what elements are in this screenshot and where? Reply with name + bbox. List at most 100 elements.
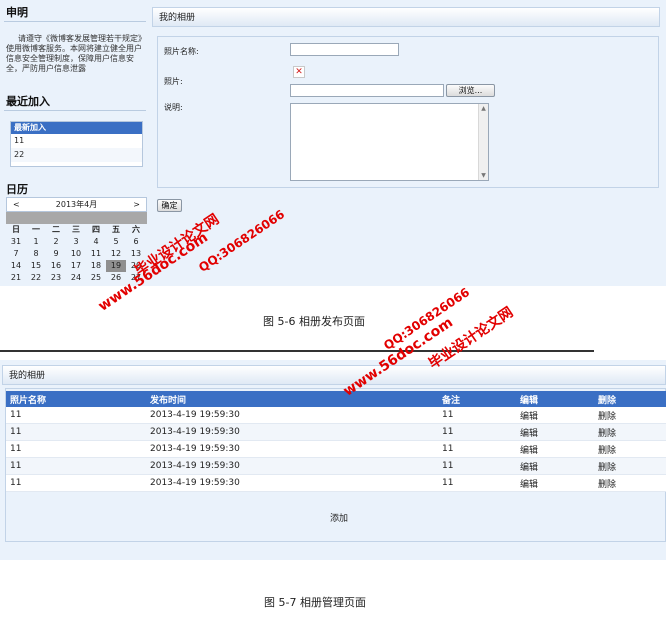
recent-title: 最近加入 — [6, 95, 50, 108]
notice-text: 请遵守《微博客发展管理若干规定》使用微博客服务。本网将建立健全用户信息安全管理制… — [6, 34, 142, 73]
photo-name-cell: 11 — [6, 423, 146, 441]
album-form-title: 我的相册 — [152, 7, 660, 27]
edit-link[interactable]: 编辑 — [516, 407, 594, 424]
calendar-day[interactable]: 24 — [66, 272, 86, 284]
photo-name-cell: 11 — [6, 474, 146, 492]
calendar-day[interactable]: 8 — [26, 248, 46, 260]
edit-link[interactable]: 编辑 — [516, 423, 594, 441]
calendar-day[interactable]: 17 — [66, 260, 86, 272]
calendar-day[interactable]: 23 — [46, 272, 66, 284]
calendar-prev-button[interactable]: < — [13, 198, 20, 211]
calendar-day[interactable]: 6 — [126, 236, 146, 248]
calendar-day[interactable]: 1 — [26, 236, 46, 248]
table-row: 11 2013-4-19 19:59:30 11 编辑 删除 — [6, 457, 666, 475]
submit-button[interactable]: 确定 — [157, 199, 182, 212]
edit-link[interactable]: 编辑 — [516, 457, 594, 475]
calendar-day[interactable]: 3 — [66, 236, 86, 248]
calendar-title: 日历 — [6, 183, 28, 196]
album-table: 照片名称 发布时间 备注 编辑 删除 11 2013-4-19 19:59:30 11 编辑删… — [6, 391, 666, 492]
divider — [4, 21, 146, 22]
column-header: 照片名称 — [6, 391, 146, 407]
table-row: 11 2013-4-19 19:59:30 11 编辑 删除 — [6, 474, 666, 492]
calendar-weekday: 日 — [12, 225, 20, 234]
calendar-weekday: 二 — [52, 225, 60, 234]
publish-time-cell: 2013-4-19 19:59:30 — [146, 407, 438, 424]
divider — [4, 110, 146, 111]
calendar-day[interactable]: 15 — [26, 260, 46, 272]
publish-time-cell: 2013-4-19 19:59:30 — [146, 440, 438, 458]
calendar-day[interactable]: 31 — [6, 236, 26, 248]
remark-cell: 11 — [438, 474, 516, 492]
column-header: 删除 — [594, 391, 666, 407]
calendar-day[interactable]: 7 — [6, 248, 26, 260]
calendar-weekday: 五 — [112, 225, 120, 234]
calendar-next-button[interactable]: > — [133, 198, 140, 211]
calendar: < 2013年4月 > 日一二三四五六 31 1 2 3 4 5 6 7 8 9 10 11 12 13 14… — [6, 197, 147, 284]
table-row: 11 2013-4-19 19:59:30 11 编辑 删除 — [6, 440, 666, 458]
remark-cell: 11 — [438, 407, 516, 424]
recent-list-item[interactable]: 11 — [11, 134, 142, 148]
recent-list-item[interactable]: 22 — [11, 148, 142, 162]
calendar-header: < 2013年4月 > — [6, 197, 147, 212]
delete-link[interactable]: 删除 — [594, 440, 666, 458]
delete-link[interactable]: 删除 — [594, 457, 666, 475]
desc-label: 说明: — [164, 103, 183, 112]
recent-list-header: 最新加入 — [11, 122, 142, 134]
table-row: 11 2013-4-19 19:59:30 11 编辑 删除 — [6, 423, 666, 441]
calendar-day[interactable]: 14 — [6, 260, 26, 272]
calendar-month: 2013年4月 — [55, 200, 98, 209]
browse-button[interactable]: 浏览... — [446, 84, 495, 97]
calendar-day[interactable]: 12 — [106, 248, 126, 260]
edit-link[interactable]: 编辑 — [516, 440, 594, 458]
calendar-day[interactable]: 9 — [46, 248, 66, 260]
photo-name-cell: 11 — [6, 407, 146, 424]
remark-cell: 11 — [438, 423, 516, 441]
calendar-day[interactable]: 2 — [46, 236, 66, 248]
delete-link[interactable]: 删除 — [594, 474, 666, 492]
add-photo-link[interactable]: 添加 — [330, 511, 348, 524]
scroll-down-icon[interactable]: ▼ — [479, 171, 488, 180]
calendar-day[interactable]: 25 — [86, 272, 106, 284]
remark-cell: 11 — [438, 440, 516, 458]
delete-link[interactable]: 删除 — [594, 423, 666, 441]
publish-time-cell: 2013-4-19 19:59:30 — [146, 457, 438, 475]
publish-time-cell: 2013-4-19 19:59:30 — [146, 474, 438, 492]
table-row: 11 2013-4-19 19:59:30 11 编辑 删除 — [6, 407, 666, 424]
album-manage-title: 我的相册 — [2, 365, 666, 385]
calendar-day[interactable]: 4 — [86, 236, 106, 248]
photo-name-label: 照片名称: — [164, 47, 199, 56]
figure-caption-5-6: 图 5-6 相册发布页面 — [263, 315, 365, 328]
scroll-up-icon[interactable]: ▲ — [479, 104, 488, 113]
left-sidebar: 申明 请遵守《微博客发展管理若干规定》使用微博客服务。本网将建立健全用户信息安全… — [0, 0, 150, 286]
calendar-day[interactable]: 18 — [86, 260, 106, 272]
table-header-row: 照片名称 发布时间 备注 编辑 删除 — [6, 391, 666, 407]
column-header: 发布时间 — [146, 391, 438, 407]
remark-cell: 11 — [438, 457, 516, 475]
photo-name-cell: 11 — [6, 440, 146, 458]
calendar-day[interactable]: 16 — [46, 260, 66, 272]
calendar-day[interactable]: 11 — [86, 248, 106, 260]
calendar-weekday: 六 — [132, 225, 140, 234]
publish-time-cell: 2013-4-19 19:59:30 — [146, 423, 438, 441]
column-header: 编辑 — [516, 391, 594, 407]
calendar-day[interactable]: 5 — [106, 236, 126, 248]
calendar-day[interactable]: 10 — [66, 248, 86, 260]
desc-textarea[interactable]: ▲ ▼ — [290, 103, 489, 181]
photo-name-input[interactable] — [290, 43, 399, 56]
calendar-weekday: 三 — [72, 225, 80, 234]
photo-name-cell: 11 — [6, 457, 146, 475]
broken-image-icon: ✕ — [293, 66, 305, 78]
calendar-day[interactable]: 19 — [106, 260, 126, 272]
figure-caption-5-7: 图 5-7 相册管理页面 — [264, 596, 366, 609]
edit-link[interactable]: 编辑 — [516, 474, 594, 492]
delete-link[interactable]: 删除 — [594, 407, 666, 424]
calendar-grid: 日一二三四五六 31 1 2 3 4 5 6 7 8 9 10 11 12 13 14 15 16 17 18 19 20… — [6, 224, 147, 284]
separator-line — [0, 350, 594, 352]
column-header: 备注 — [438, 391, 516, 407]
calendar-day[interactable]: 21 — [6, 272, 26, 284]
calendar-day[interactable]: 22 — [26, 272, 46, 284]
calendar-weekday: 一 — [32, 225, 40, 234]
textarea-scrollbar[interactable]: ▲ ▼ — [478, 104, 488, 180]
photo-label: 照片: — [164, 77, 183, 86]
photo-file-input[interactable] — [290, 84, 444, 97]
